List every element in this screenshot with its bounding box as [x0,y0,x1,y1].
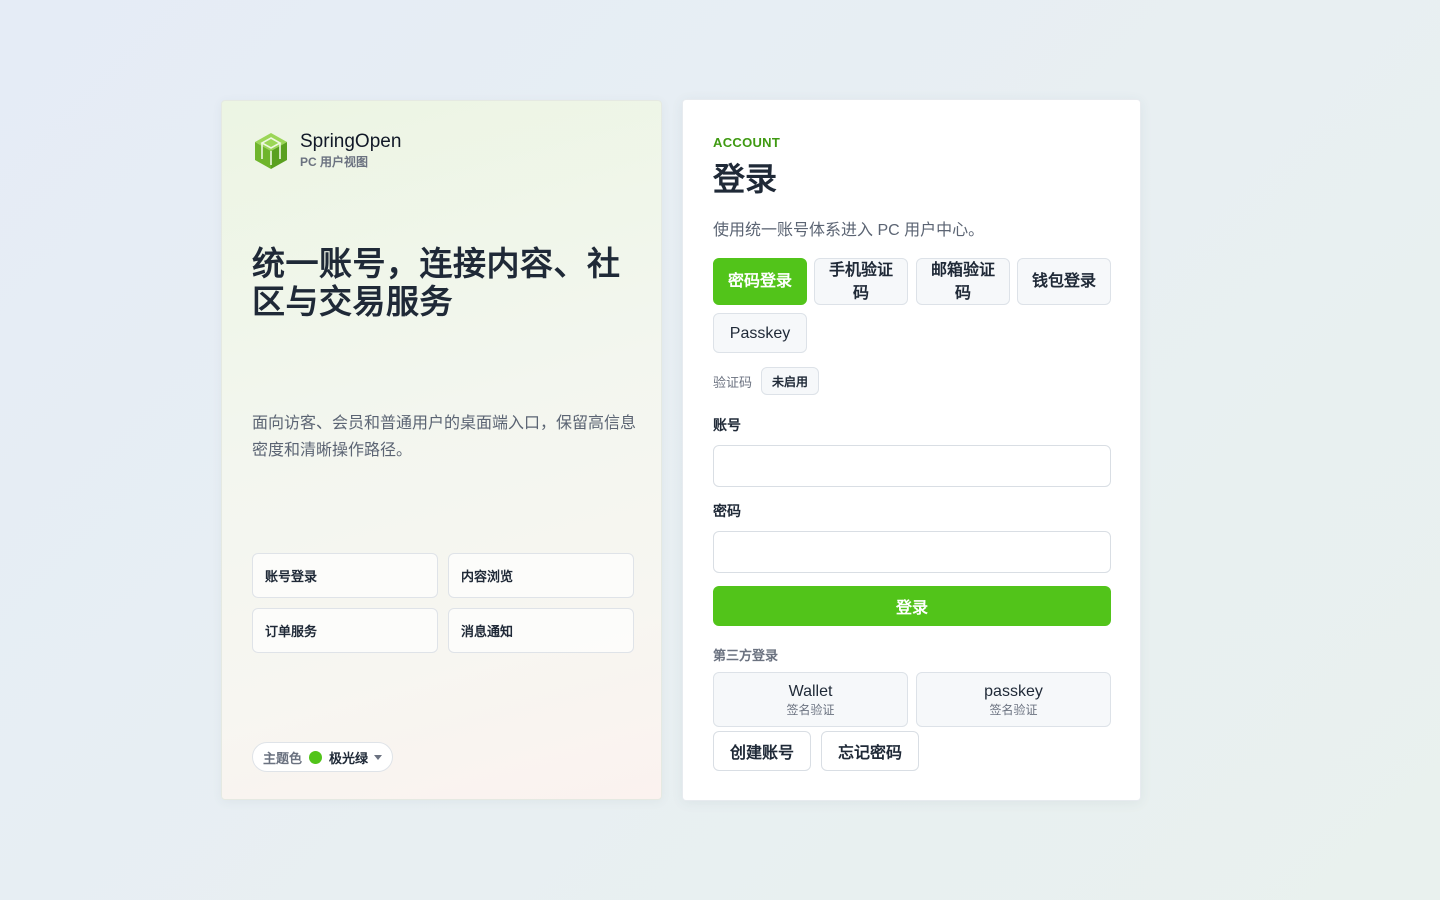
third-party-title: 第三方登录 [713,648,779,663]
password-label: 密码 [713,503,741,519]
theme-color-swatch [309,750,323,764]
cube-box-icon [255,133,287,169]
create-account-button[interactable]: 创建账号 [713,731,811,771]
intro-panel: SpringOpen PC 用户视图 统一账号，连接内容、社区与交易服务 面向访… [221,100,662,800]
provider-name: passkey [984,682,1043,700]
brand: SpringOpen PC 用户视图 [253,131,401,171]
login-submit-button[interactable]: 登录 [713,586,1111,626]
password-input[interactable] [713,531,1111,573]
feature-grid: 账号登录 内容浏览 订单服务 消息通知 [252,553,634,653]
passkey-login-button[interactable]: passkey 签名验证 [916,672,1111,727]
captcha-row: 验证码 未启用 [713,367,820,395]
tab-passkey[interactable]: Passkey [713,313,807,353]
tab-password-login[interactable]: 密码登录 [713,258,807,305]
brand-text: SpringOpen PC 用户视图 [300,131,401,171]
feature-card-order-service: 订单服务 [252,608,438,653]
feature-card-content-browse: 内容浏览 [448,553,634,598]
feature-card-account-login: 账号登录 [252,553,438,598]
tab-phone-code[interactable]: 手机验证码 [814,258,908,305]
wallet-login-button[interactable]: Wallet 签名验证 [713,672,908,727]
page-subtitle: 使用统一账号体系进入 PC 用户中心。 [713,222,985,239]
login-eyebrow: ACCOUNT [713,135,781,150]
theme-color-picker[interactable]: 主题色 极光绿 [252,742,394,772]
provider-subtitle: 签名验证 [786,702,835,717]
forgot-password-button[interactable]: 忘记密码 [821,731,919,771]
hero-title: 统一账号，连接内容、社区与交易服务 [252,245,621,320]
login-panel: ACCOUNT 登录 使用统一账号体系进入 PC 用户中心。 密码登录 手机验证… [682,99,1141,801]
chevron-down-icon [374,754,383,760]
account-label: 账号 [713,417,741,433]
theme-label: 主题色 [263,750,303,766]
hero-description: 面向访客、会员和普通用户的桌面端入口，保留高信息密度和清晰操作路径。 [252,415,637,459]
theme-value: 极光绿 [329,750,369,766]
provider-subtitle: 签名验证 [989,702,1038,717]
captcha-label: 验证码 [713,374,753,390]
captcha-status-badge: 未启用 [761,367,820,395]
brand-subtitle: PC 用户视图 [300,155,369,169]
provider-name: Wallet [788,682,833,700]
tab-email-code[interactable]: 邮箱验证码 [916,258,1010,305]
tab-wallet-login[interactable]: 钱包登录 [1017,258,1111,305]
feature-card-notifications: 消息通知 [448,608,634,653]
page-title: 登录 [713,161,778,197]
account-input[interactable] [713,445,1111,487]
brand-name: SpringOpen [300,131,402,152]
